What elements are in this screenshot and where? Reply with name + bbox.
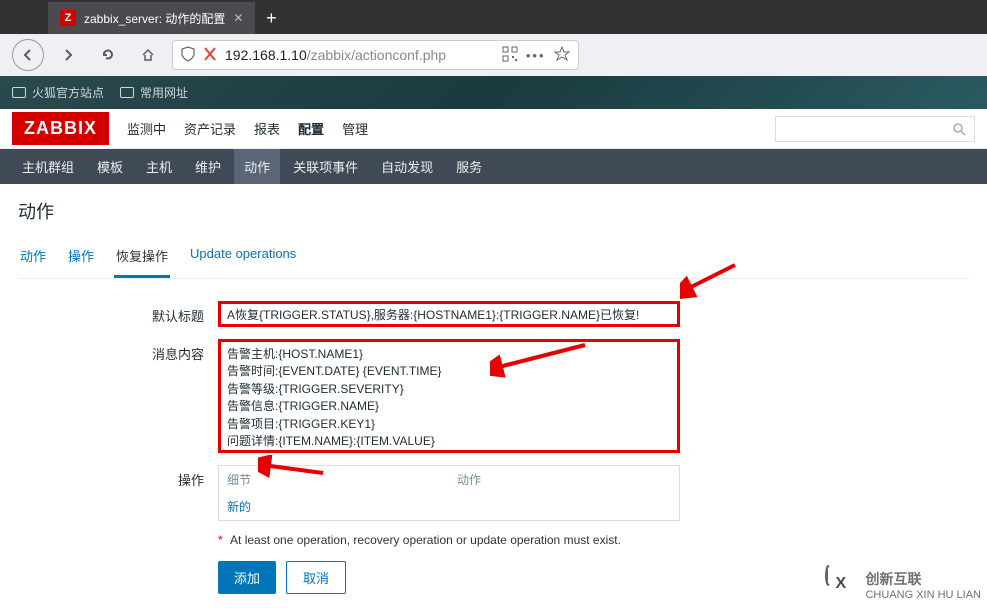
reload-button[interactable] — [92, 39, 124, 71]
col-action: 动作 — [449, 466, 679, 493]
tab-update-operations[interactable]: Update operations — [188, 246, 298, 278]
tab-title: zabbix_server: 动作的配置 — [84, 10, 225, 27]
search-icon — [952, 122, 966, 136]
label-operations: 操作 — [18, 465, 218, 489]
subnav-hosts[interactable]: 主机 — [136, 149, 182, 184]
cancel-button[interactable]: 取消 — [286, 561, 346, 594]
subnav-actions[interactable]: 动作 — [234, 149, 280, 184]
subnav-discovery[interactable]: 自动发现 — [371, 149, 443, 184]
more-icon[interactable]: ••• — [526, 48, 546, 63]
page-title: 动作 — [18, 198, 969, 224]
subnav-maintenance[interactable]: 维护 — [185, 149, 231, 184]
nav-reports[interactable]: 报表 — [254, 119, 280, 138]
cert-icon — [203, 46, 217, 65]
close-tab-icon[interactable]: ✕ — [233, 11, 243, 25]
required-star: * — [218, 533, 223, 547]
subnav-services[interactable]: 服务 — [446, 149, 492, 184]
link-new-operation[interactable]: 新的 — [219, 493, 679, 520]
validation-text: At least one operation, recovery operati… — [230, 533, 621, 547]
tab-action[interactable]: 动作 — [18, 246, 48, 278]
bookmark-common[interactable]: 常用网址 — [120, 84, 188, 101]
tab-operation[interactable]: 操作 — [66, 246, 96, 278]
nav-inventory[interactable]: 资产记录 — [184, 119, 236, 138]
home-button[interactable] — [132, 39, 164, 71]
nav-configuration[interactable]: 配置 — [298, 119, 324, 138]
bookmark-star-icon[interactable] — [554, 46, 570, 65]
browser-tab[interactable]: Z zabbix_server: 动作的配置 ✕ — [48, 2, 255, 34]
qr-icon[interactable] — [502, 46, 518, 65]
bookmark-firefox[interactable]: 火狐官方站点 — [12, 84, 104, 101]
subnav-correlation[interactable]: 关联项事件 — [283, 149, 368, 184]
nav-monitoring[interactable]: 监测中 — [127, 119, 166, 138]
label-message: 消息内容 — [18, 339, 218, 363]
nav-administration[interactable]: 管理 — [342, 119, 368, 138]
tab-recovery-operation[interactable]: 恢复操作 — [114, 246, 170, 278]
shield-icon — [181, 46, 195, 65]
back-button[interactable] — [12, 39, 44, 71]
forward-button[interactable] — [52, 39, 84, 71]
subnav-templates[interactable]: 模板 — [87, 149, 133, 184]
operations-table: 细节 动作 新的 — [218, 465, 680, 521]
label-default-subject: 默认标题 — [18, 301, 218, 325]
watermark: X 创新互联 CHUANG XIN HU LIAN — [825, 568, 981, 602]
tab-favicon: Z — [60, 10, 76, 26]
folder-icon — [12, 87, 26, 98]
zabbix-logo[interactable]: ZABBIX — [12, 112, 109, 145]
new-tab-button[interactable]: + — [255, 2, 287, 34]
global-search[interactable] — [775, 116, 975, 142]
subnav-hostgroups[interactable]: 主机群组 — [12, 149, 84, 184]
url-text: 192.168.1.10/zabbix/actionconf.php — [225, 47, 446, 63]
folder-icon — [120, 87, 134, 98]
input-default-subject[interactable] — [218, 301, 680, 327]
address-bar[interactable]: 192.168.1.10/zabbix/actionconf.php ••• — [172, 40, 579, 70]
add-button[interactable]: 添加 — [218, 561, 276, 594]
col-details: 细节 — [219, 466, 449, 493]
textarea-message[interactable]: 告警主机:{HOST.NAME1} 告警时间:{EVENT.DATE} {EVE… — [218, 339, 680, 453]
